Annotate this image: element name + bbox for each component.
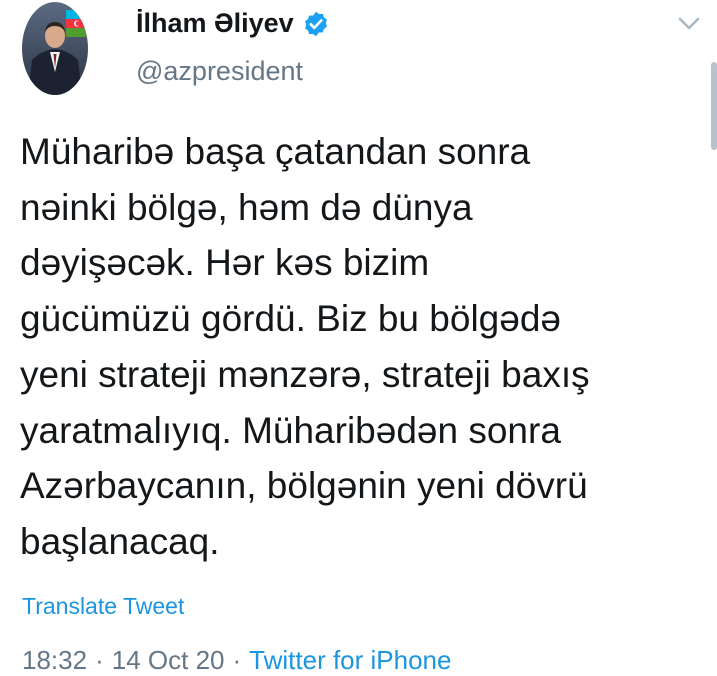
separator-dot: · (232, 645, 242, 675)
tweet-date: 14 Oct 20 (111, 645, 225, 675)
author-display-name[interactable]: İlham Əliyev (136, 8, 330, 39)
tweet-time: 18:32 (22, 645, 88, 675)
separator-dot: · (95, 645, 104, 675)
translate-tweet-link[interactable]: Translate Tweet (22, 593, 184, 620)
avatar-image-icon (22, 2, 88, 95)
chevron-down-icon[interactable] (678, 16, 700, 32)
tweet-source-link[interactable]: Twitter for iPhone (249, 645, 451, 675)
author-handle[interactable]: @azpresident (136, 56, 303, 87)
verified-badge-icon (302, 10, 330, 38)
tweet-text: Müharibə başa çatandan sonra nəinki bölg… (20, 131, 590, 562)
tweet-metadata: 18:32 · 14 Oct 20 · Twitter for iPhone (22, 645, 451, 676)
tweet-card: İlham Əliyev @azpresident Müharibə başa … (0, 0, 717, 676)
author-avatar[interactable] (22, 2, 88, 95)
display-name-text: İlham Əliyev (136, 8, 294, 38)
scrollbar[interactable] (711, 62, 717, 150)
